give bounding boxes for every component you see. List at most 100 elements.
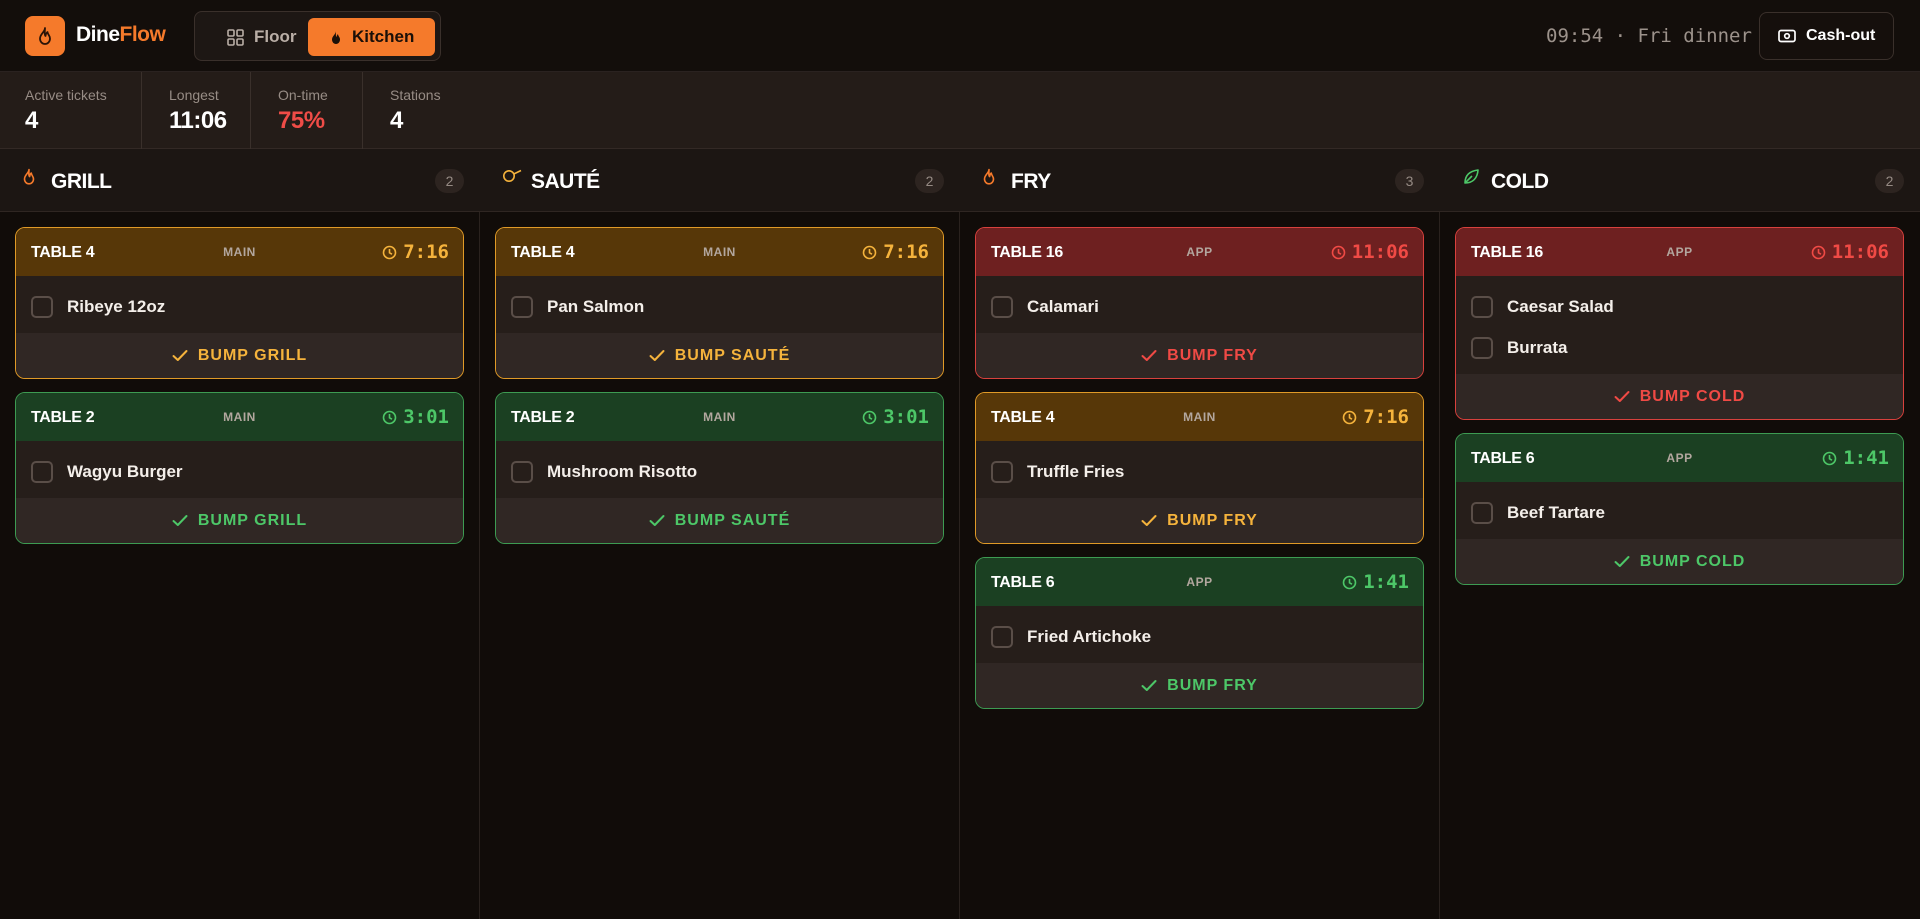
ticket-item[interactable]: Truffle Fries bbox=[976, 451, 1423, 492]
check-icon bbox=[649, 350, 665, 361]
flame-icon bbox=[332, 30, 340, 44]
ticket-items: Fried Artichoke bbox=[976, 606, 1423, 663]
bump-button[interactable]: BUMP SAUTÉ bbox=[496, 333, 943, 378]
ticket-time: 1:41 bbox=[1363, 571, 1409, 593]
bump-label: BUMP COLD bbox=[1639, 387, 1746, 405]
order-ticket: TABLE 16 APP 11:06 Caesar Salad Burrata … bbox=[1455, 227, 1904, 420]
ticket-item[interactable]: Mushroom Risotto bbox=[496, 451, 943, 492]
bump-label: BUMP GRILL bbox=[197, 346, 308, 364]
ticket-header: TABLE 6 APP 1:41 bbox=[1456, 434, 1903, 482]
ticket-item[interactable]: Burrata bbox=[1456, 327, 1903, 368]
bump-label: BUMP SAUTÉ bbox=[674, 511, 791, 529]
clock-icon bbox=[1342, 575, 1357, 589]
ticket-items: Ribeye 12oz bbox=[16, 276, 463, 333]
stat-on-time: On-time 75% bbox=[278, 72, 328, 149]
ticket-header: TABLE 2 MAIN 3:01 bbox=[16, 393, 463, 441]
grid-icon bbox=[227, 28, 244, 46]
item-checkbox[interactable] bbox=[991, 625, 1013, 648]
check-icon bbox=[1141, 515, 1157, 526]
order-ticket: TABLE 6 APP 1:41 Fried Artichoke BUMP FR… bbox=[975, 557, 1424, 709]
check-icon bbox=[649, 515, 665, 526]
bump-label: BUMP FRY bbox=[1167, 346, 1258, 364]
bump-button[interactable]: BUMP SAUTÉ bbox=[496, 498, 943, 543]
station-title: FRY bbox=[1011, 170, 1051, 193]
bump-label: BUMP SAUTÉ bbox=[674, 346, 791, 364]
item-name: Caesar Salad bbox=[1507, 296, 1614, 316]
item-checkbox[interactable] bbox=[31, 460, 53, 483]
item-checkbox[interactable] bbox=[991, 460, 1013, 483]
bump-button[interactable]: BUMP GRILL bbox=[16, 333, 463, 378]
ticket-time: 7:16 bbox=[1363, 406, 1409, 428]
ticket-item[interactable]: Wagyu Burger bbox=[16, 451, 463, 492]
item-name: Calamari bbox=[1027, 296, 1099, 316]
item-name: Fried Artichoke bbox=[1027, 626, 1152, 646]
bump-label: BUMP COLD bbox=[1639, 552, 1746, 570]
station-title: COLD bbox=[1491, 170, 1549, 193]
ticket-timer: 3:01 bbox=[382, 406, 449, 428]
ticket-header: TABLE 4 MAIN 7:16 bbox=[496, 228, 943, 276]
leaf-icon bbox=[1462, 168, 1479, 186]
bump-button[interactable]: BUMP COLD bbox=[1456, 374, 1903, 419]
check-icon bbox=[1614, 556, 1630, 567]
ticket-item[interactable]: Beef Tartare bbox=[1456, 492, 1903, 533]
bump-button[interactable]: BUMP GRILL bbox=[16, 498, 463, 543]
ticket-item[interactable]: Caesar Salad bbox=[1456, 286, 1903, 327]
stat-value: 4 bbox=[25, 107, 38, 134]
item-checkbox[interactable] bbox=[511, 295, 533, 318]
item-checkbox[interactable] bbox=[1471, 336, 1493, 359]
order-ticket: TABLE 4 MAIN 7:16 Ribeye 12oz BUMP GRILL bbox=[15, 227, 464, 379]
stat-value: 75% bbox=[278, 107, 325, 134]
ticket-item[interactable]: Pan Salmon bbox=[496, 286, 943, 327]
floor-tab-label: Floor bbox=[254, 27, 297, 46]
check-icon bbox=[1141, 350, 1157, 361]
ticket-header: TABLE 16 APP 11:06 bbox=[976, 228, 1423, 276]
ticket-timer: 7:16 bbox=[382, 241, 449, 263]
station-column-fry: FRY 3 TABLE 16 APP 11:06 Calamari BUMP F… bbox=[960, 149, 1440, 919]
ticket-item[interactable]: Ribeye 12oz bbox=[16, 286, 463, 327]
floor-tab[interactable]: Floor bbox=[213, 18, 311, 56]
station-ticket-count: 2 bbox=[435, 169, 464, 193]
ticket-items: Pan Salmon bbox=[496, 276, 943, 333]
item-checkbox[interactable] bbox=[1471, 295, 1493, 318]
ticket-time: 11:06 bbox=[1831, 241, 1889, 263]
station-ticket-count: 2 bbox=[1875, 169, 1904, 193]
ticket-item[interactable]: Fried Artichoke bbox=[976, 616, 1423, 657]
bump-button[interactable]: BUMP FRY bbox=[976, 498, 1423, 543]
order-ticket: TABLE 4 MAIN 7:16 Truffle Fries BUMP FRY bbox=[975, 392, 1424, 544]
stat-active-tickets: Active tickets 4 bbox=[25, 72, 107, 149]
ticket-items: Wagyu Burger bbox=[16, 441, 463, 498]
clock-icon bbox=[1331, 245, 1346, 259]
item-checkbox[interactable] bbox=[511, 460, 533, 483]
stat-longest: Longest 11:06 bbox=[169, 72, 227, 149]
cash-out-label: Cash-out bbox=[1806, 27, 1876, 44]
flame-icon bbox=[982, 168, 998, 186]
item-checkbox[interactable] bbox=[991, 295, 1013, 318]
ticket-timer: 7:16 bbox=[862, 241, 929, 263]
stats-bar: Active tickets 4 Longest 11:06 On-time 7… bbox=[0, 72, 1920, 149]
item-checkbox[interactable] bbox=[31, 295, 53, 318]
kitchen-tab[interactable]: Kitchen bbox=[308, 18, 435, 56]
check-icon bbox=[1614, 391, 1630, 402]
station-header: GRILL 2 bbox=[0, 149, 480, 212]
bump-button[interactable]: BUMP COLD bbox=[1456, 539, 1903, 584]
ticket-header: TABLE 4 MAIN 7:16 bbox=[976, 393, 1423, 441]
ticket-item[interactable]: Calamari bbox=[976, 286, 1423, 327]
item-checkbox[interactable] bbox=[1471, 501, 1493, 524]
bump-button[interactable]: BUMP FRY bbox=[976, 663, 1423, 708]
stat-label: Longest bbox=[169, 87, 219, 103]
station-column-grill: GRILL 2 TABLE 4 MAIN 7:16 Ribeye 12oz BU… bbox=[0, 149, 480, 919]
cash-out-button[interactable]: Cash-out bbox=[1759, 12, 1894, 60]
item-name: Truffle Fries bbox=[1027, 461, 1125, 481]
order-ticket: TABLE 4 MAIN 7:16 Pan Salmon BUMP SAUTÉ bbox=[495, 227, 944, 379]
ticket-timer: 7:16 bbox=[1342, 406, 1409, 428]
station-header: COLD 2 bbox=[1440, 149, 1920, 212]
clock-icon bbox=[382, 245, 397, 259]
ticket-time: 3:01 bbox=[403, 406, 449, 428]
bump-button[interactable]: BUMP FRY bbox=[976, 333, 1423, 378]
item-name: Beef Tartare bbox=[1507, 502, 1605, 522]
top-bar: DineFlow Floor Kitchen 09:54 · Fri dinne… bbox=[0, 0, 1920, 72]
order-ticket: TABLE 2 MAIN 3:01 Wagyu Burger BUMP GRIL… bbox=[15, 392, 464, 544]
clock-icon bbox=[1342, 410, 1357, 424]
station-header: FRY 3 bbox=[960, 149, 1440, 212]
bump-label: BUMP FRY bbox=[1167, 511, 1258, 529]
